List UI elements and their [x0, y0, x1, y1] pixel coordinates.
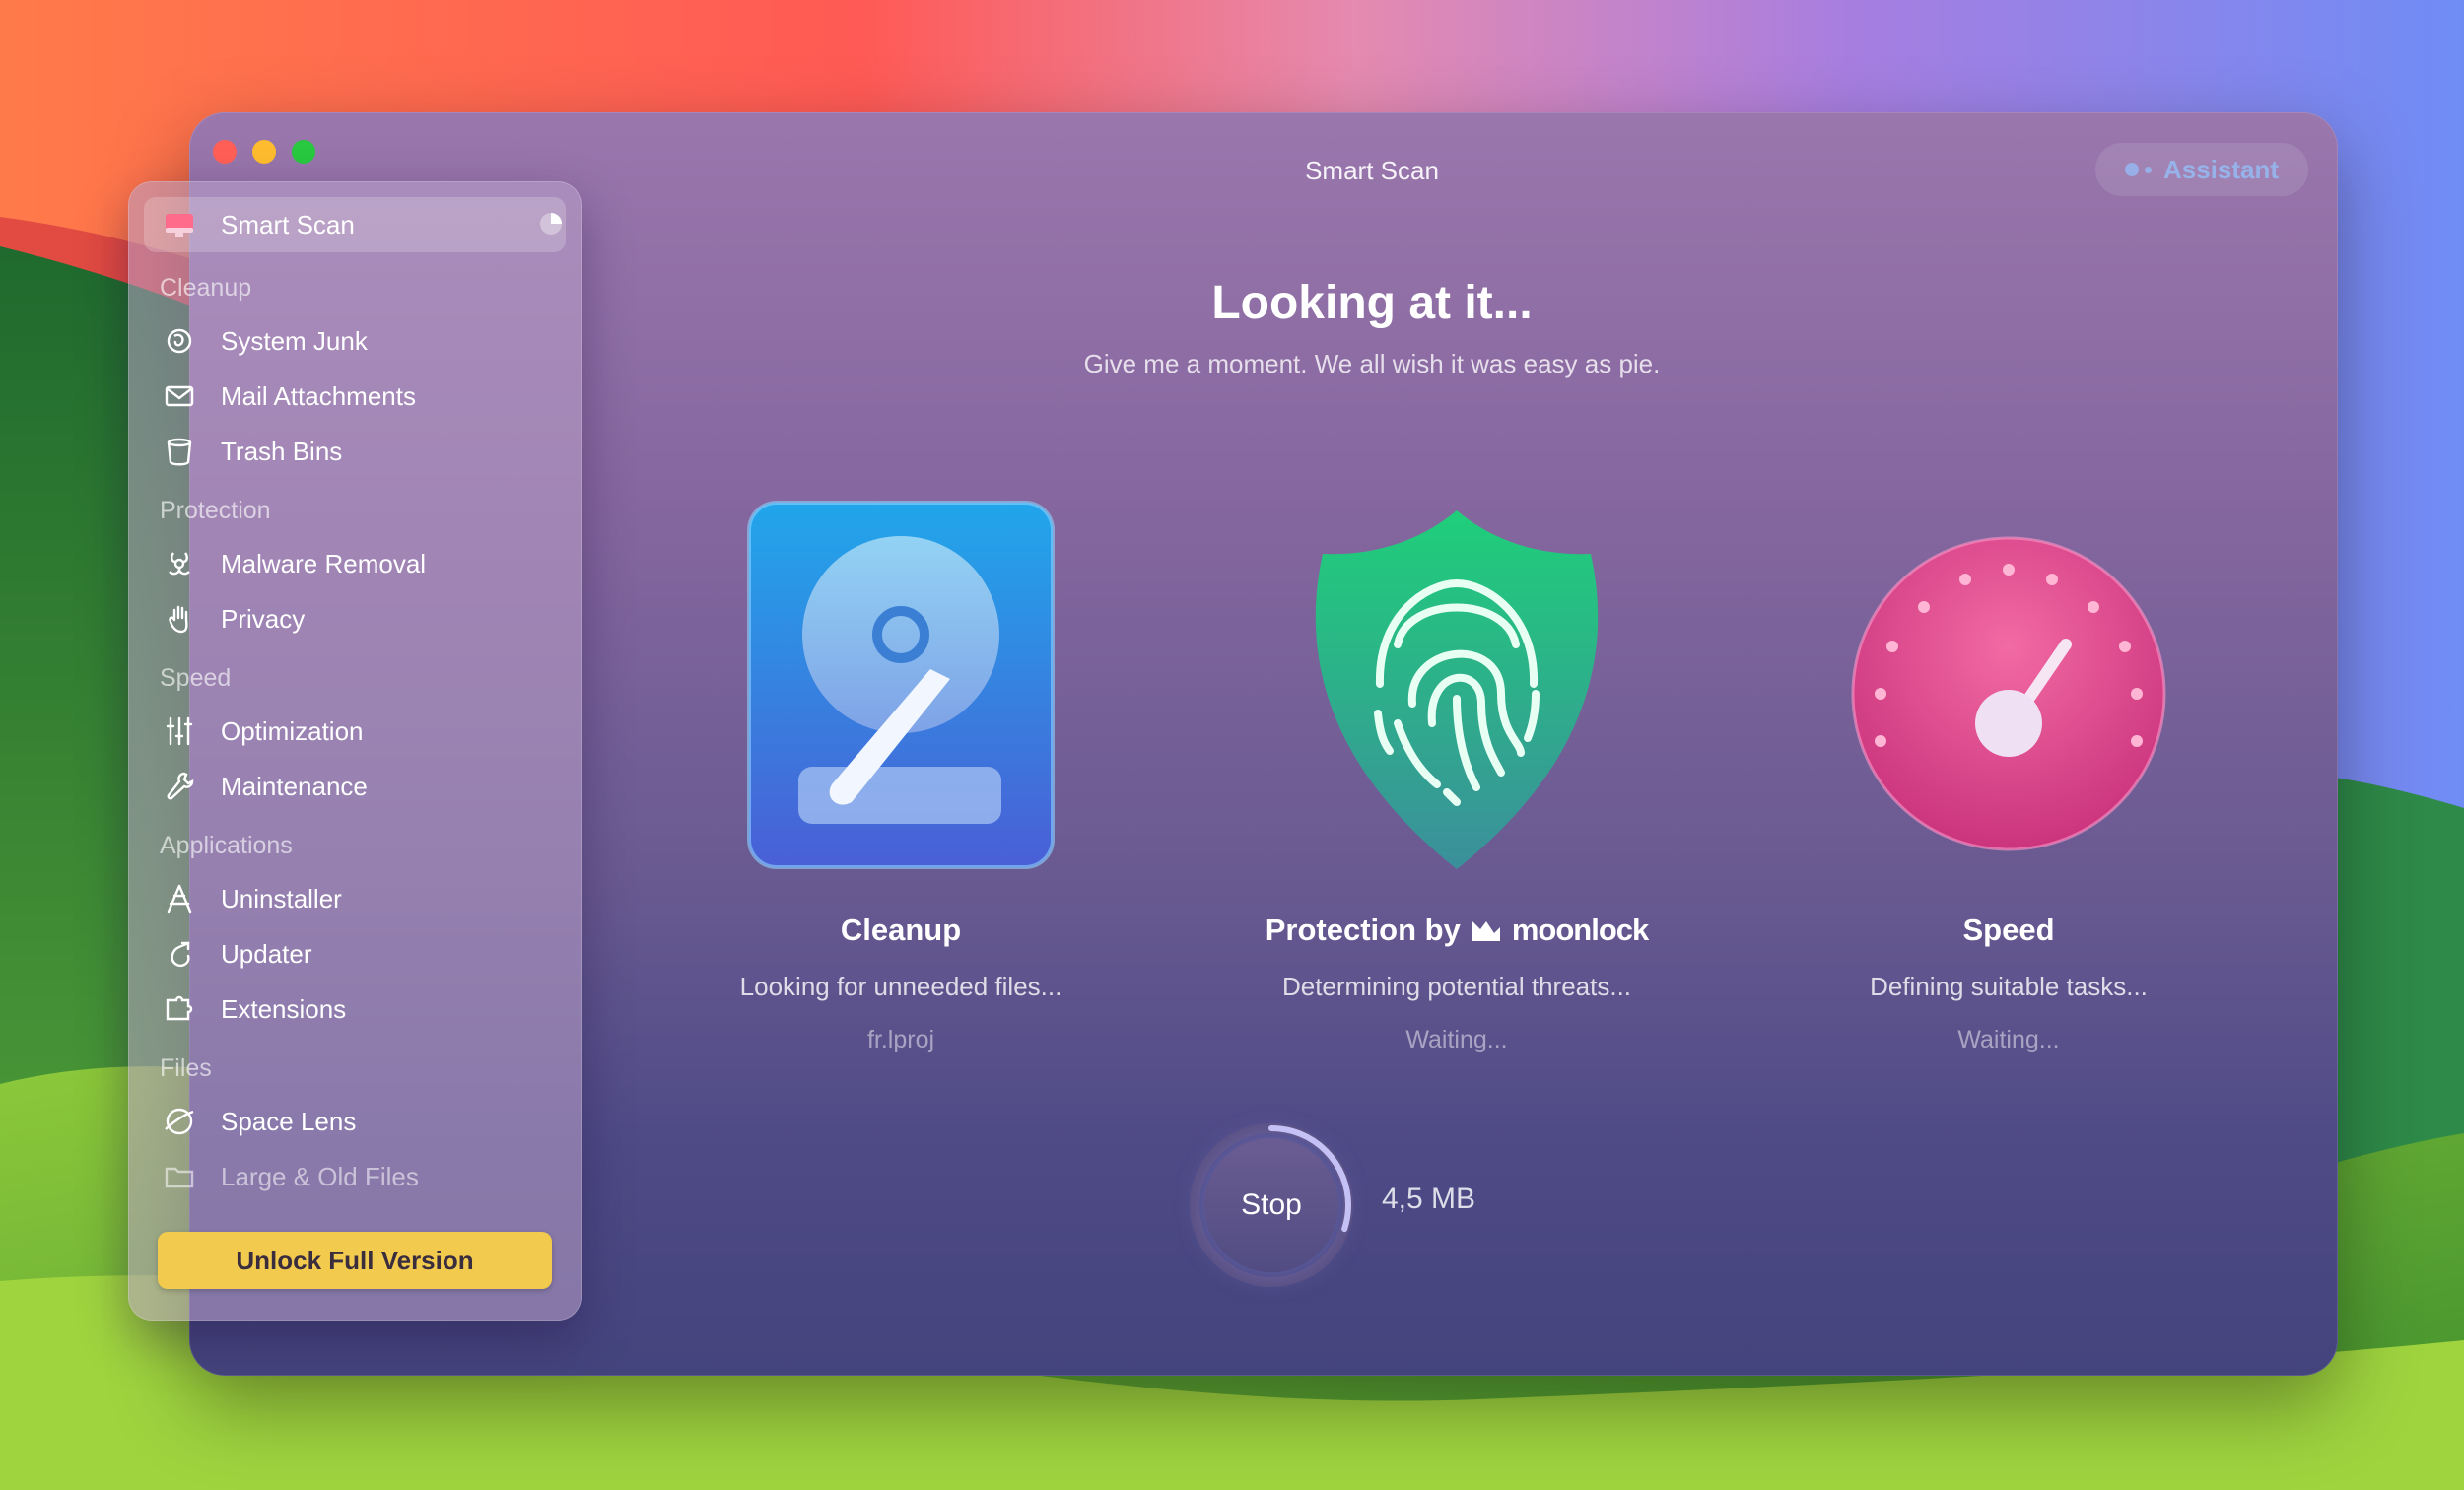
envelope-icon	[162, 378, 197, 414]
sidebar-item-label: Malware Removal	[221, 548, 427, 578]
biohazard-icon	[162, 546, 197, 581]
sidebar-item-mail-attachments[interactable]: Mail Attachments	[162, 374, 416, 418]
cleanup-status: Looking for unneeded files...	[739, 972, 1062, 1001]
sidebar-item-space-lens[interactable]: Space Lens	[162, 1100, 356, 1143]
sidebar-item-label: Large & Old Files	[221, 1161, 419, 1191]
stop-control: Stop	[1188, 1121, 1355, 1289]
moonlock-logo-icon	[1472, 921, 1500, 941]
sidebar-item-trash-bins[interactable]: Trash Bins	[162, 430, 342, 473]
hard-drive-icon	[747, 501, 1055, 869]
sidebar-item-label: Uninstaller	[221, 883, 342, 914]
sliders-icon	[162, 713, 197, 749]
sidebar-item-smart-scan[interactable]: Smart Scan	[162, 203, 355, 246]
sidebar-item-malware-removal[interactable]: Malware Removal	[162, 542, 426, 585]
protection-detail: Waiting...	[1405, 1026, 1508, 1053]
speed-title: Speed	[1962, 913, 2055, 947]
sidebar: Smart Scan Cleanup System Junk Mail Atta…	[128, 181, 582, 1321]
speedometer-icon	[1851, 536, 2166, 851]
protection-status: Determining potential threats...	[1281, 972, 1632, 1001]
monitor-icon	[162, 207, 197, 242]
sidebar-section-cleanup: Cleanup	[160, 274, 252, 302]
sidebar-item-label: Mail Attachments	[221, 380, 416, 411]
sidebar-item-optimization[interactable]: Optimization	[162, 710, 364, 753]
sidebar-item-maintenance[interactable]: Maintenance	[162, 765, 368, 808]
assistant-label: Assistant	[2162, 154, 2280, 184]
update-arrow-icon	[162, 936, 197, 972]
sidebar-section-speed: Speed	[160, 664, 232, 692]
sidebar-item-extensions[interactable]: Extensions	[162, 987, 346, 1031]
fingerprint-shield-icon	[1315, 510, 1599, 869]
sidebar-item-label: Privacy	[221, 603, 306, 634]
sidebar-section-files: Files	[160, 1054, 212, 1082]
sidebar-section-applications: Applications	[160, 832, 293, 859]
moonlock-brand: moonlock	[1511, 913, 1649, 947]
protection-module-icon-wrap	[1151, 497, 1762, 891]
folder-icon	[162, 1159, 197, 1194]
sidebar-item-system-junk[interactable]: System Junk	[162, 319, 368, 363]
puzzle-icon	[162, 991, 197, 1027]
sidebar-item-updater[interactable]: Updater	[162, 932, 312, 976]
sidebar-item-uninstaller[interactable]: Uninstaller	[162, 877, 342, 920]
broom-icon	[162, 323, 197, 359]
unlock-full-version-button[interactable]: Unlock Full Version	[158, 1232, 552, 1289]
speed-detail: Waiting...	[1957, 1026, 2060, 1053]
trash-icon	[162, 434, 197, 469]
planet-icon	[162, 1104, 197, 1139]
sidebar-item-large-old-files[interactable]: Large & Old Files	[162, 1155, 419, 1198]
sidebar-section-protection: Protection	[160, 497, 271, 524]
scan-size-label: 4,5 MB	[1382, 1183, 1476, 1215]
assistant-dots-icon	[2124, 163, 2152, 176]
hand-icon	[162, 601, 197, 637]
sidebar-item-privacy[interactable]: Privacy	[162, 597, 305, 641]
cleanup-detail: fr.lproj	[866, 1026, 935, 1053]
apps-icon	[162, 881, 197, 916]
cleanup-module-icon-wrap	[595, 497, 1206, 891]
sidebar-item-label: Maintenance	[221, 771, 368, 801]
assistant-button[interactable]: Assistant	[2095, 143, 2308, 196]
cleanup-title: Cleanup	[840, 913, 962, 947]
sidebar-item-label: Updater	[221, 938, 312, 969]
wrench-icon	[162, 769, 197, 804]
sidebar-item-label: Optimization	[221, 715, 364, 746]
speed-module-icon-wrap	[1703, 497, 2314, 891]
protection-title-text: Protection by	[1265, 913, 1461, 947]
sidebar-item-label: System Junk	[221, 325, 368, 356]
module-protection: Protection by moonlock Determining poten…	[1151, 497, 1762, 1054]
speed-status: Defining suitable tasks...	[1870, 972, 2148, 1001]
module-speed: Speed Defining suitable tasks... Waiting…	[1703, 497, 2314, 1054]
protection-title: Protection by moonlock	[1151, 913, 1762, 948]
scan-progress-pie-icon	[540, 213, 562, 235]
sidebar-item-label: Extensions	[221, 993, 347, 1024]
sidebar-item-label: Smart Scan	[221, 209, 355, 239]
module-cleanup: Cleanup Looking for unneeded files... fr…	[595, 497, 1206, 1054]
stop-button[interactable]: Stop	[1204, 1138, 1338, 1272]
sidebar-item-label: Space Lens	[221, 1106, 357, 1136]
sidebar-item-label: Trash Bins	[221, 436, 343, 466]
